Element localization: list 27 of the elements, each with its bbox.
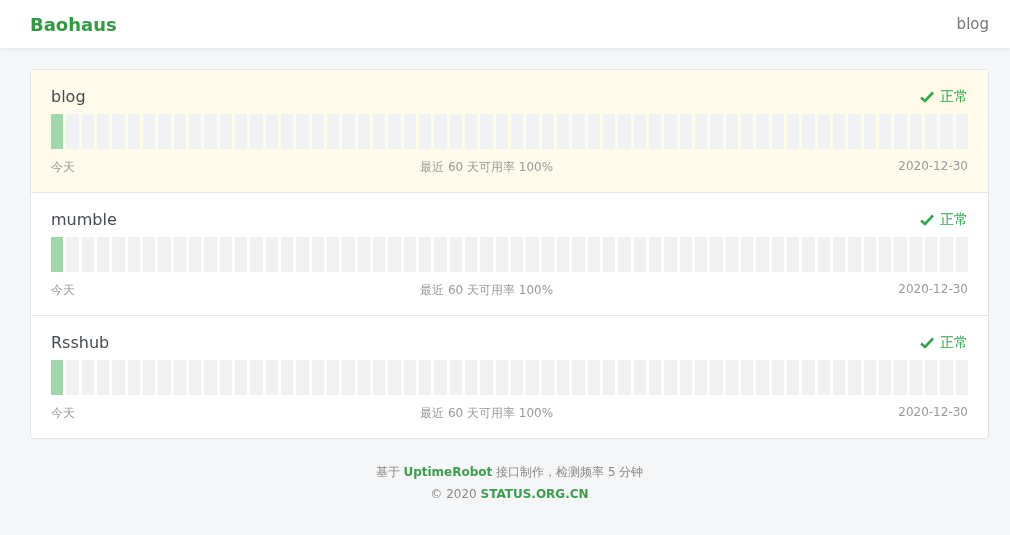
- date-label: 2020-12-30: [898, 282, 968, 298]
- start-label: 今天: [51, 282, 75, 299]
- monitor-name: Rsshub: [51, 333, 110, 352]
- day-bar[interactable]: [51, 360, 64, 395]
- status-label: 正常: [940, 333, 968, 352]
- footer-text: © 2020 STATUS.ORG.CN: [429, 486, 590, 503]
- day-bar[interactable]: [51, 114, 64, 149]
- monitor-name: mumble: [51, 210, 117, 229]
- start-label: 今天: [51, 159, 75, 176]
- uptime-text: 最近 60 天可用率 100%: [420, 282, 554, 299]
- monitor-name: blog: [51, 87, 86, 106]
- brand-link[interactable]: Baohaus: [30, 13, 117, 35]
- status-label: 正常: [940, 87, 968, 106]
- footer-link[interactable]: UptimeRobot: [403, 465, 493, 479]
- nav-link[interactable]: blog: [956, 15, 989, 33]
- footer-link[interactable]: STATUS.ORG.CN: [480, 487, 589, 501]
- date-label: 2020-12-30: [898, 405, 968, 421]
- day-bar[interactable]: [51, 237, 64, 272]
- uptime-text: 最近 60 天可用率 100%: [420, 159, 554, 176]
- check-icon: [920, 90, 934, 103]
- uptime-text: 最近 60 天可用率 100%: [420, 405, 554, 422]
- check-icon: [920, 213, 934, 226]
- date-label: 2020-12-30: [898, 159, 968, 175]
- status-label: 正常: [940, 210, 968, 229]
- footer-text: 基于 UptimeRobot 接口制作，检测频率 5 分钟: [374, 464, 645, 481]
- start-label: 今天: [51, 405, 75, 422]
- check-icon: [920, 336, 934, 349]
